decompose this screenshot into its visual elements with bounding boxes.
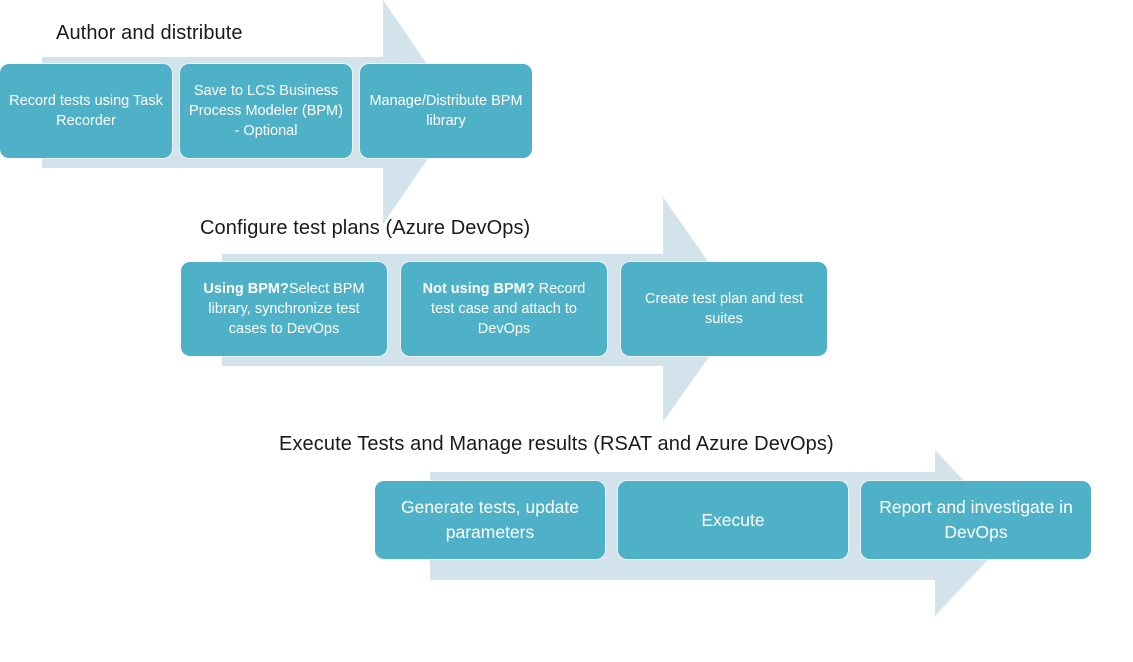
box-report-investigate[interactable]: Report and investigate in DevOps <box>861 481 1091 559</box>
box-execute[interactable]: Execute <box>618 481 848 559</box>
box-manage-distribute-bpm-label: Manage/Distribute BPM library <box>369 93 523 129</box>
box-not-using-bpm-label: Not using BPM? Record test case and atta… <box>410 279 598 339</box>
box-save-to-lcs-bpm-label: Save to LCS Business Process Modeler (BP… <box>189 83 343 139</box>
stage-title-configure-test-plans: Configure test plans (Azure DevOps) <box>200 217 531 239</box>
box-manage-distribute-bpm[interactable]: Manage/Distribute BPM library <box>360 64 532 158</box>
stage-title-author-and-distribute: Author and distribute <box>56 22 243 44</box>
box-save-to-lcs-bpm[interactable]: Save to LCS Business Process Modeler (BP… <box>180 64 352 158</box>
box-using-bpm-label: Using BPM?Select BPM library, synchroniz… <box>190 279 378 339</box>
box-generate-tests[interactable]: Generate tests, update parameters <box>375 481 605 559</box>
box-record-tests[interactable]: Record tests using Task Recorder <box>0 64 172 158</box>
box-create-test-plan[interactable]: Create test plan and test suites <box>621 262 827 356</box>
box-execute-label: Execute <box>701 509 765 530</box>
diagram-canvas: Author and distribute Record tests using… <box>0 0 1133 662</box>
box-not-using-bpm-bold-prefix: Not using BPM? <box>422 281 535 297</box>
box-using-bpm-bold-prefix: Using BPM? <box>203 281 289 297</box>
box-using-bpm[interactable]: Using BPM?Select BPM library, synchroniz… <box>181 262 387 356</box>
box-generate-tests-label: Generate tests, update parameters <box>400 497 580 542</box>
stage-title-execute-tests-and-manage-results: Execute Tests and Manage results (RSAT a… <box>279 433 834 455</box>
box-create-test-plan-label: Create test plan and test suites <box>645 291 803 327</box>
box-report-investigate-label: Report and investigate in DevOps <box>879 497 1073 542</box>
box-record-tests-label: Record tests using Task Recorder <box>9 93 163 129</box>
box-not-using-bpm[interactable]: Not using BPM? Record test case and atta… <box>401 262 607 356</box>
